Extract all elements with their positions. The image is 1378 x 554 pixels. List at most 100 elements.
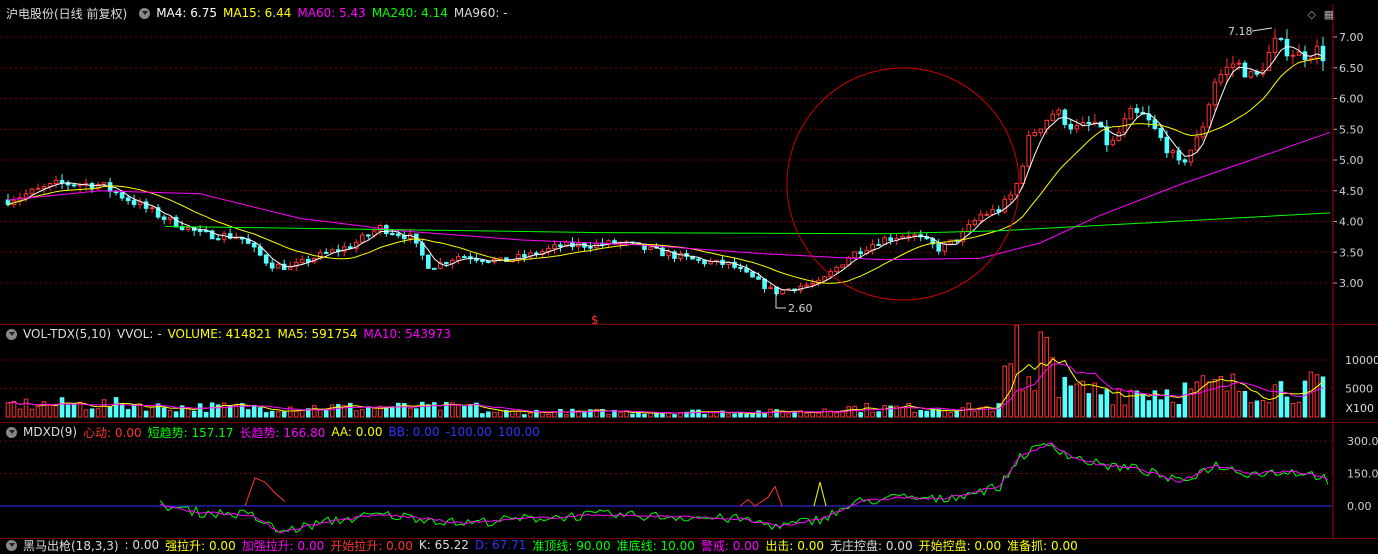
bottom-settings-icon[interactable] (6, 539, 17, 551)
price-panel[interactable]: 7.00 6.50 6.00 5.50 5.00 4.50 4.00 3.50 3.00 7.18… (0, 4, 1378, 324)
candle-body (462, 256, 467, 259)
volume-bar (744, 413, 749, 418)
volume-bar (924, 410, 929, 418)
candle-body (1194, 136, 1200, 151)
volume-bar (522, 414, 527, 418)
volume-bar (263, 412, 269, 418)
price-tick-label: 5.00 (1339, 154, 1364, 167)
volume-bar (1158, 399, 1164, 418)
ma60-label: MA60: 5.43 (297, 6, 366, 20)
volume-bar (101, 399, 107, 418)
volume-bar (912, 411, 917, 418)
candle-body (744, 268, 749, 273)
volume-panel[interactable]: 10000 5000 VOL-TDX(5,10) VVOL: - VOLUME: … (0, 324, 1378, 423)
candle-body (41, 186, 47, 189)
candle-body (1038, 128, 1044, 133)
candle-body (1020, 165, 1026, 185)
bottom-panel[interactable]: 黑马出枪(18,3,3) : 0.00 强拉升: 0.00 加强拉升: 0.00… (0, 538, 1378, 553)
volume-bar (1098, 394, 1104, 418)
price-chart[interactable]: 7.00 6.50 6.00 5.50 5.00 4.50 4.00 3.50 3.00 7.18… (0, 4, 1378, 324)
bottom-item: : 0.00 (124, 538, 160, 552)
low-price-label: 2.60 (788, 302, 813, 315)
candle-body (1200, 126, 1206, 138)
candle-body (480, 259, 485, 263)
volume-bar (47, 405, 53, 418)
xindong-spike (244, 477, 286, 507)
volume-bar (299, 409, 305, 418)
candle-body (984, 213, 990, 216)
candle-body (558, 244, 563, 248)
short-trend-label: 短趋势: 157.17 (147, 425, 234, 440)
candle-body (486, 261, 491, 264)
volume-bar (1206, 381, 1212, 418)
volume-settings-icon[interactable] (6, 328, 17, 340)
bottom-item: K: 65.22 (418, 538, 469, 552)
volume-bar (365, 406, 371, 418)
grid-icon[interactable]: ▦ (1324, 8, 1334, 21)
candle-body (185, 226, 191, 231)
candle-body (1074, 125, 1080, 130)
volume-bar (1302, 380, 1308, 418)
candle-body (1248, 71, 1254, 78)
bottom-item: 准备抓: 0.00 (1007, 538, 1078, 553)
volume-bar (606, 413, 611, 418)
volume-bar (1182, 382, 1188, 418)
mdxd-panel[interactable]: 300.00 150.00 0.00 MDXD(9) 心动: 0.00 短趋势: 1… (0, 422, 1378, 539)
mdxd-settings-icon[interactable] (6, 426, 17, 438)
volume-bar (918, 409, 923, 418)
bottom-item: 准顶线: 90.00 (532, 538, 611, 553)
volume-bar (756, 410, 761, 418)
ma15-label: MA15: 6.44 (222, 6, 292, 20)
candle-body (29, 188, 35, 195)
candle-body (347, 246, 353, 249)
candle-body (1224, 66, 1230, 76)
volume-bar (1086, 393, 1092, 418)
candle-body (1314, 45, 1320, 59)
volume-tick-label: 5000 (1345, 383, 1373, 396)
price-tick-label: 5.50 (1339, 123, 1364, 136)
volume-header: VOL-TDX(5,10) VVOL: - VOLUME: 414821 MA5… (0, 325, 457, 343)
candle-body (167, 216, 173, 220)
volume-bar (137, 403, 143, 418)
volume-bar (792, 411, 797, 418)
mdxd-tick-label: 150.00 (1347, 468, 1378, 481)
v1-label: -100.00 (445, 425, 492, 439)
candle-body (432, 267, 437, 270)
candle-body (966, 223, 972, 232)
price-tick-label: 3.50 (1339, 246, 1364, 259)
volume-bar (414, 408, 419, 418)
volume-bar (768, 408, 773, 418)
volume-bar (786, 413, 791, 418)
candle-body (978, 214, 984, 221)
candle-body (834, 266, 839, 273)
volume-bar (1074, 383, 1080, 418)
candle-body (666, 251, 671, 257)
volume-bar (29, 408, 35, 418)
volume-bar (672, 414, 677, 418)
candle-body (179, 226, 185, 231)
high-price-label: 7.18 (1228, 25, 1253, 38)
price-settings-icon[interactable] (139, 7, 151, 19)
ma240-label: MA240: 4.14 (371, 6, 448, 20)
candle-body (1158, 127, 1164, 138)
volume-bar (311, 405, 317, 418)
candle-body (1242, 62, 1248, 78)
candle-body (1026, 135, 1032, 167)
volume-bar (1212, 378, 1218, 418)
candle-body (906, 235, 911, 238)
volume-bar (462, 406, 467, 418)
candle-body (780, 289, 785, 295)
candle-body (89, 183, 95, 190)
volume-bar (960, 407, 966, 418)
candle-body (365, 234, 371, 237)
candle-body (197, 229, 203, 232)
volume-bar (1218, 375, 1224, 418)
volume-bar (119, 403, 125, 418)
diamond-icon[interactable]: ◇ (1308, 8, 1316, 21)
candle-body (389, 233, 395, 236)
volume-bar (564, 414, 569, 418)
candle-body (1206, 104, 1212, 128)
price-tick-label: 4.50 (1339, 185, 1364, 198)
volume-bar (281, 411, 287, 418)
mdxd-header: MDXD(9) 心动: 0.00 短趋势: 157.17 长趋势: 166.80… (0, 423, 546, 441)
